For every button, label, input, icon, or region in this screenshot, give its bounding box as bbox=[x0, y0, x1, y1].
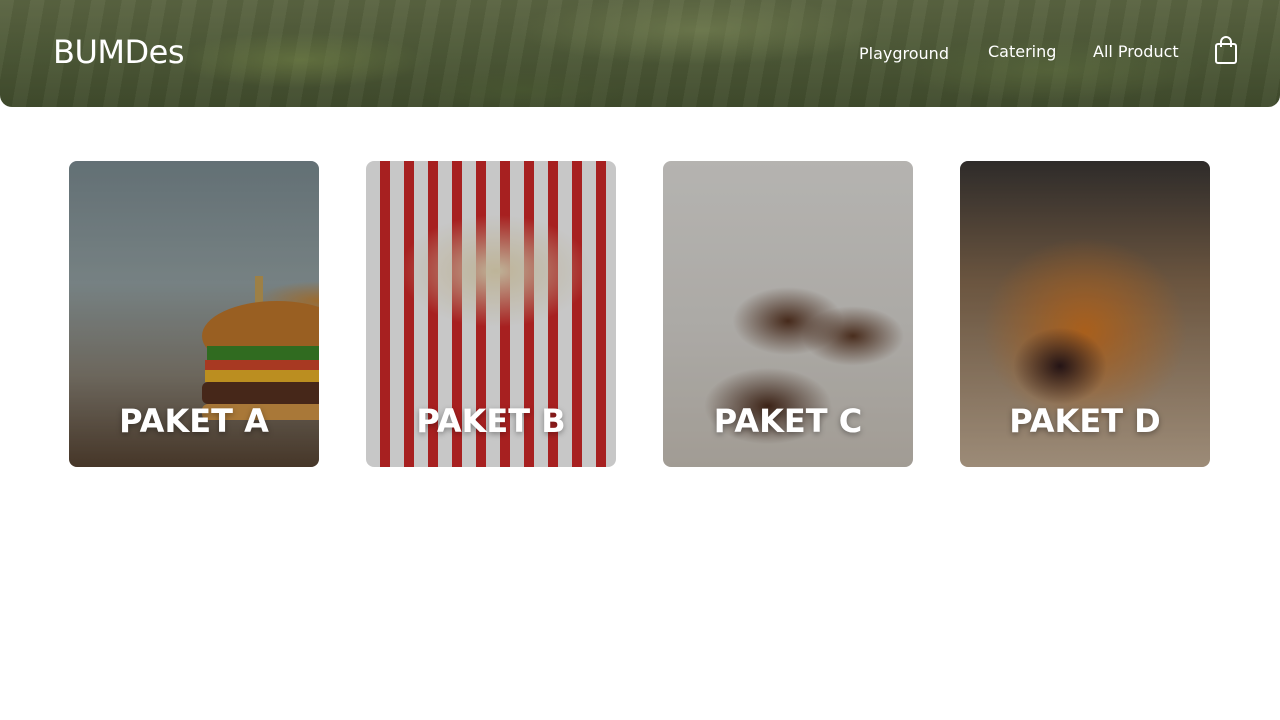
product-card-paket-c[interactable]: PAKET C bbox=[663, 161, 913, 467]
brand-logo[interactable]: BUMDes bbox=[53, 32, 184, 72]
product-card-paket-a[interactable]: PAKET A bbox=[69, 161, 319, 467]
nav-all-product[interactable]: All Product bbox=[1093, 41, 1179, 63]
product-card-paket-d[interactable]: PAKET D bbox=[960, 161, 1210, 467]
nav-catering[interactable]: Catering bbox=[988, 41, 1056, 63]
product-label: PAKET A bbox=[119, 402, 269, 440]
nav-playground[interactable]: Playground bbox=[859, 43, 949, 65]
shopping-bag-icon[interactable] bbox=[1213, 35, 1239, 65]
product-label: PAKET B bbox=[416, 402, 566, 440]
header-banner: BUMDes Playground Catering All Product bbox=[0, 0, 1280, 107]
product-label: PAKET C bbox=[713, 402, 863, 440]
product-label: PAKET D bbox=[1009, 402, 1161, 440]
product-card-paket-b[interactable]: PAKET B bbox=[366, 161, 616, 467]
